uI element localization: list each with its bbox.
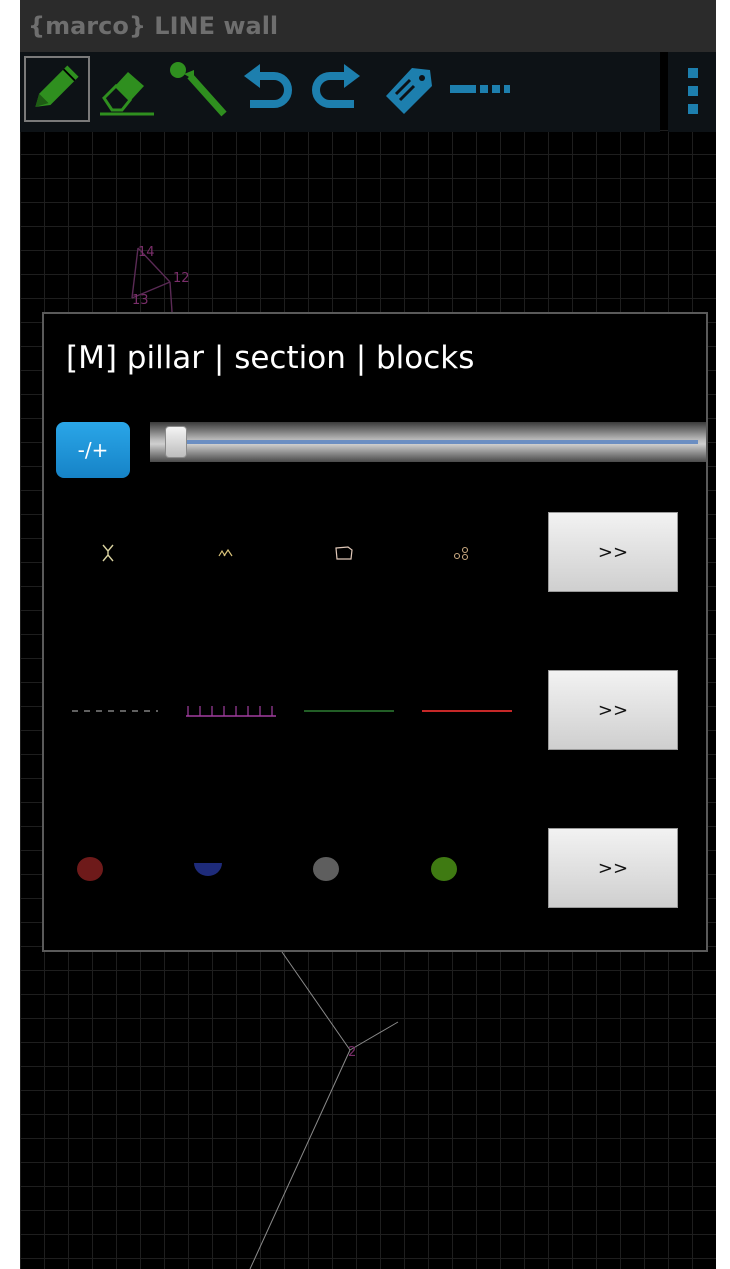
undo-icon <box>244 64 292 108</box>
eraser-icon <box>100 72 154 116</box>
redo-icon <box>312 64 360 108</box>
peaks-symbol-icon <box>218 548 233 557</box>
line-type-green[interactable] <box>300 670 398 752</box>
line-type-red[interactable] <box>418 670 516 752</box>
line-style-button[interactable] <box>444 56 510 122</box>
plus-minus-toggle-button[interactable]: -/+ <box>56 422 130 478</box>
overflow-menu-button[interactable] <box>668 52 716 132</box>
block-symbol-icon <box>335 546 353 560</box>
more-point-symbols-button[interactable]: >> <box>548 512 678 592</box>
redo-button[interactable] <box>304 56 370 122</box>
line-types-row: >> <box>44 670 710 752</box>
pebbles-symbol-icon <box>453 546 469 561</box>
point-label: 2 <box>348 1045 356 1060</box>
dialog-title: [M] pillar | section | blocks <box>66 340 475 376</box>
dashed-line-icon <box>72 710 158 712</box>
drawing-toolbar <box>20 52 660 132</box>
green-line-icon <box>304 710 394 712</box>
area-type-blue[interactable] <box>160 828 256 910</box>
grey-area-icon <box>313 857 339 881</box>
red-area-icon <box>77 857 103 881</box>
symbol-block[interactable] <box>296 512 392 594</box>
area-type-red[interactable] <box>42 828 138 910</box>
tag-pencil-icon <box>386 68 432 114</box>
slider-track <box>174 440 698 444</box>
select-tool-button[interactable] <box>164 56 230 122</box>
drawing-screen: 14 12 13 2 {marco} LINE wall [M] pillar … <box>20 0 716 1269</box>
note-tool-button[interactable] <box>374 56 440 122</box>
area-types-row: >> <box>44 828 710 910</box>
pillar-symbol-icon <box>102 544 114 562</box>
symbol-pebbles[interactable] <box>414 512 510 594</box>
comb-line-icon <box>186 706 276 717</box>
point-label: 13 <box>132 293 149 308</box>
pencil-icon <box>35 65 79 107</box>
symbol-peaks[interactable] <box>178 512 274 594</box>
more-line-types-button[interactable]: >> <box>548 670 678 750</box>
undo-button[interactable] <box>234 56 300 122</box>
point-label: 12 <box>173 271 190 286</box>
symbol-pillar[interactable] <box>60 512 156 594</box>
green-area-icon <box>431 857 457 881</box>
pencil-tool-button[interactable] <box>24 56 90 122</box>
red-line-icon <box>422 710 512 712</box>
slider-thumb[interactable] <box>164 426 187 458</box>
area-type-grey[interactable] <box>278 828 374 910</box>
blue-area-icon <box>194 863 222 876</box>
line-type-comb[interactable] <box>182 670 280 752</box>
select-icon <box>170 62 227 117</box>
symbol-picker-dialog: [M] pillar | section | blocks -/+ >> >> … <box>42 312 708 952</box>
point-symbols-row: >> <box>44 512 710 594</box>
size-slider[interactable] <box>150 422 706 462</box>
app-title: {marco} LINE wall <box>28 12 279 40</box>
more-area-types-button[interactable]: >> <box>548 828 678 908</box>
area-type-green[interactable] <box>396 828 492 910</box>
line-type-dashed[interactable] <box>68 670 162 752</box>
eraser-tool-button[interactable] <box>94 56 160 122</box>
overflow-menu-icon <box>688 68 698 114</box>
point-label: 14 <box>138 245 155 260</box>
line-style-icon <box>450 85 510 93</box>
app-title-bar: {marco} LINE wall <box>20 0 716 52</box>
